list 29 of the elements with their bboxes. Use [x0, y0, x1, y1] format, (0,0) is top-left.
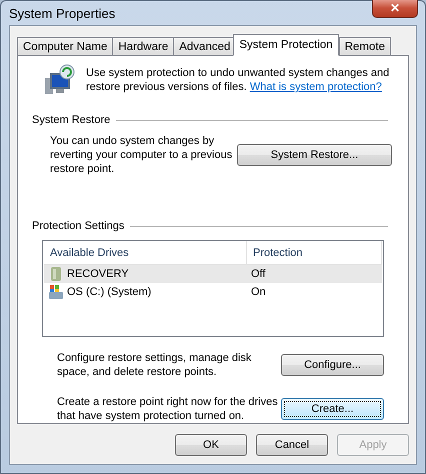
help-link[interactable]: What is system protection? — [250, 81, 382, 93]
column-header[interactable]: Available Drives — [44, 241, 247, 265]
computer-shield-icon — [44, 64, 76, 96]
system-restore-button[interactable]: System Restore... — [237, 144, 392, 166]
dialog-button[interactable]: OK — [175, 434, 247, 456]
group-heading: Protection Settings — [32, 220, 124, 232]
action-button[interactable]: Create... — [281, 398, 384, 420]
tab[interactable]: Remote — [338, 37, 391, 56]
action-description: Create a restore point right now for the drives that have system protection turned on. — [57, 395, 279, 423]
action-description: Configure restore settings, manage disk space, and delete restore points. — [57, 351, 252, 379]
tab[interactable]: Hardware — [112, 37, 174, 56]
dialog-button[interactable]: Cancel — [256, 434, 328, 456]
drive-icon — [48, 266, 64, 282]
protection-status: On — [251, 286, 266, 298]
intro-text: Use system protection to undo unwanted system changes and restore previous versions of files. What is system protection? — [86, 66, 390, 94]
group-heading: System Restore — [32, 114, 110, 126]
close-button[interactable]: ✕ — [372, 0, 418, 18]
tab[interactable]: Computer Name — [17, 37, 114, 56]
restore-description: You can undo system changes by reverting your computer to a previous restore point. — [50, 134, 234, 176]
drive-icon — [48, 284, 64, 300]
drive-name: RECOVERY — [67, 268, 129, 280]
column-header[interactable]: Protection — [247, 241, 382, 265]
protection-status: Off — [251, 268, 266, 280]
drive-name: OS (C:) (System) — [67, 286, 152, 298]
window-title: System Properties — [9, 6, 116, 20]
tab[interactable]: System Protection — [233, 34, 339, 56]
drive-row[interactable]: OS (C:) (System) On — [44, 283, 382, 301]
drive-row[interactable]: RECOVERY Off — [44, 265, 382, 283]
action-button[interactable]: Configure... — [281, 354, 384, 376]
